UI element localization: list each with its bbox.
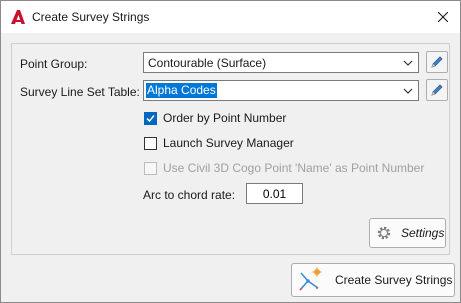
arc-to-chord-input[interactable] [246,183,303,204]
order-by-point-number-label: Order by Point Number [163,111,287,125]
survey-line-set-value: Alpha Codes [146,83,217,98]
edit-survey-line-set-button[interactable] [426,79,448,101]
close-icon [438,12,448,22]
checkbox-disabled-icon [144,161,157,175]
chevron-down-icon [403,60,413,66]
settings-button-label: Settings [401,226,445,240]
point-group-value: Contourable (Surface) [148,56,267,70]
pencil-icon [431,56,443,68]
survey-strings-icon [299,267,322,291]
create-survey-strings-button[interactable]: Create Survey Strings [291,263,455,297]
use-cogo-point-name-label: Use Civil 3D Cogo Point 'Name' as Point … [163,161,425,175]
create-survey-strings-label: Create Survey Strings [335,273,453,287]
edit-point-group-button[interactable] [426,51,448,73]
launch-survey-manager-checkbox[interactable]: Launch Survey Manager [144,136,294,150]
close-button[interactable] [426,1,460,33]
order-by-point-number-checkbox[interactable]: Order by Point Number [144,111,286,125]
autocad-a-icon [11,10,25,24]
launch-survey-manager-label: Launch Survey Manager [163,136,294,150]
gear-icon [377,226,391,240]
pencil-icon [431,84,443,96]
window-title: Create Survey Strings [32,10,150,24]
chevron-down-icon [403,88,413,94]
dialog-window: Create Survey Strings Point Group: Conto… [0,0,461,303]
survey-line-set-label: Survey Line Set Table: [20,85,140,99]
survey-line-set-dropdown[interactable]: Alpha Codes [143,80,419,101]
options-panel: Point Group: Contourable (Surface) Surve… [11,43,450,255]
point-group-dropdown[interactable]: Contourable (Surface) [143,52,419,73]
title-bar[interactable]: Create Survey Strings [1,1,460,33]
checkbox-unchecked-icon[interactable] [144,136,157,150]
checkbox-checked-icon[interactable] [144,111,157,125]
point-group-label: Point Group: [20,57,88,71]
arc-to-chord-label: Arc to chord rate: [143,188,236,202]
settings-button[interactable]: Settings [369,218,446,248]
use-cogo-point-name-checkbox: Use Civil 3D Cogo Point 'Name' as Point … [144,161,424,175]
